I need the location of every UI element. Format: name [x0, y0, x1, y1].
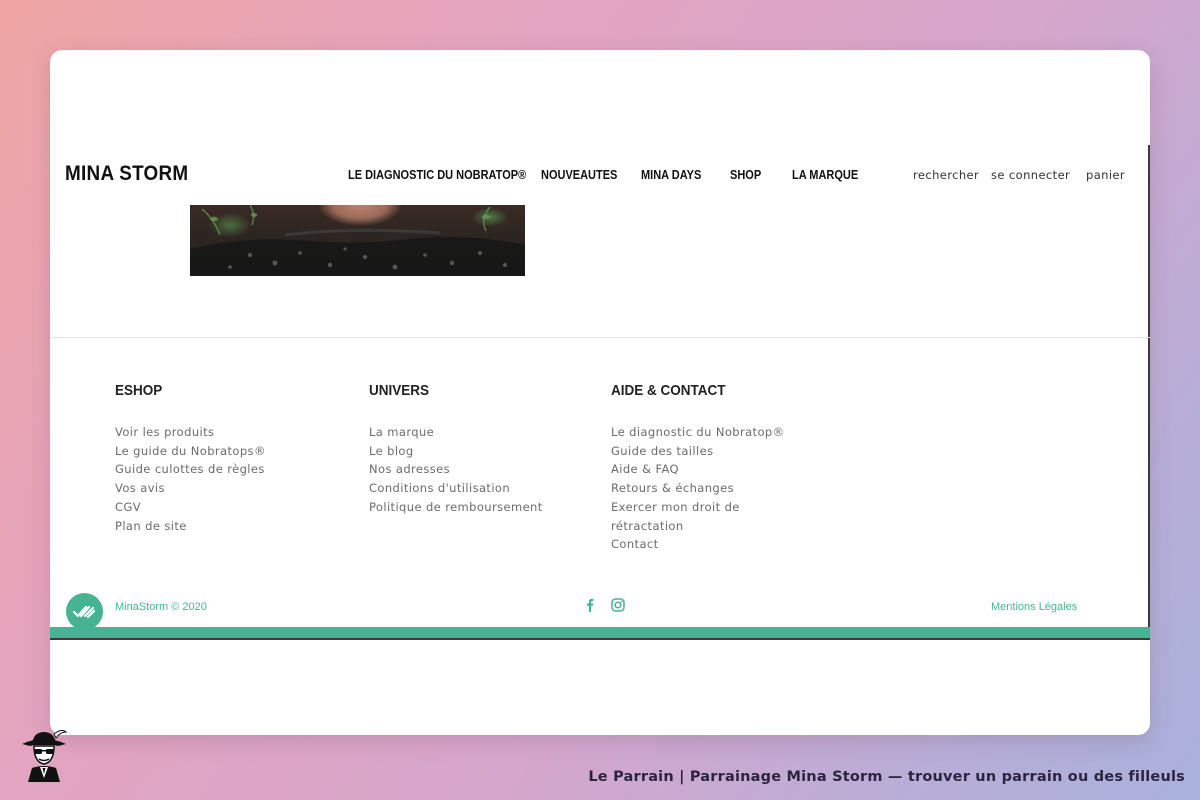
- footer-link[interactable]: Retours & échanges: [611, 479, 784, 498]
- footer-column-title: AIDE & CONTACT: [611, 382, 726, 399]
- footer-link-list: La marque Le blog Nos adresses Condition…: [369, 423, 543, 517]
- footer-link[interactable]: Guide culottes de règles: [115, 460, 266, 479]
- footer-link[interactable]: Le guide du Nobratops®: [115, 442, 266, 461]
- facebook-icon[interactable]: [582, 597, 598, 613]
- brand-badge: [66, 593, 103, 630]
- footer-link[interactable]: Aide & FAQ: [611, 460, 784, 479]
- footer-link[interactable]: Exercer mon droit de: [611, 498, 784, 517]
- footer-link[interactable]: Nos adresses: [369, 460, 543, 479]
- nav-item-la-marque[interactable]: LA MARQUE: [792, 168, 858, 182]
- copyright-text: MinaStorm © 2020: [115, 601, 207, 613]
- footer-link[interactable]: Le diagnostic du Nobratop®: [611, 423, 784, 442]
- site-logo[interactable]: MINA STORM: [65, 162, 188, 186]
- footer-column-title: UNIVERS: [369, 382, 430, 399]
- footer-link[interactable]: Politique de remboursement: [369, 498, 543, 517]
- nav-item-nouveautes[interactable]: NOUVEAUTES: [541, 168, 617, 182]
- cart-link[interactable]: panier: [1086, 168, 1125, 182]
- footer-link[interactable]: La marque: [369, 423, 543, 442]
- footer-accent-band: [50, 627, 1150, 638]
- nav-item-diagnostic[interactable]: LE DIAGNOSTIC DU NOBRATOP®: [348, 168, 526, 182]
- product-photo[interactable]: [190, 205, 525, 276]
- instagram-icon[interactable]: [610, 597, 626, 613]
- footer-link[interactable]: Voir les produits: [115, 423, 266, 442]
- footer-link[interactable]: Guide des tailles: [611, 442, 784, 461]
- footer-link[interactable]: CGV: [115, 498, 266, 517]
- footer-column-eshop: ESHOP Voir les produits Le guide du Nobr…: [115, 382, 266, 535]
- footer-column-univers: UNIVERS La marque Le blog Nos adresses C…: [369, 382, 543, 517]
- login-link[interactable]: se connecter: [991, 168, 1070, 182]
- footer-link[interactable]: Vos avis: [115, 479, 266, 498]
- footer-column-aide-contact: AIDE & CONTACT Le diagnostic du Nobratop…: [611, 382, 784, 554]
- footer-link[interactable]: Conditions d'utilisation: [369, 479, 543, 498]
- checkmarks-icon: [72, 605, 96, 619]
- le-parrain-mascot-icon: [18, 728, 70, 782]
- photo-texture: [190, 205, 525, 276]
- footer-bottom-line: [50, 638, 1150, 640]
- legal-notice-link[interactable]: Mentions Légales: [991, 601, 1077, 613]
- footer-link[interactable]: Contact: [611, 535, 784, 554]
- footer-link[interactable]: Le blog: [369, 442, 543, 461]
- website: MINA STORM LE DIAGNOSTIC DU NOBRATOP® NO…: [50, 50, 1150, 735]
- footer-link-list: Voir les produits Le guide du Nobratops®…: [115, 423, 266, 535]
- browser-card: MINA STORM LE DIAGNOSTIC DU NOBRATOP® NO…: [50, 50, 1150, 735]
- nav-item-mina-days[interactable]: MINA DAYS: [641, 168, 701, 182]
- footer-link-list: Le diagnostic du Nobratop® Guide des tai…: [611, 423, 784, 554]
- page-caption: Le Parrain | Parrainage Mina Storm — tro…: [588, 769, 1185, 785]
- section-divider: [50, 337, 1150, 338]
- footer-link[interactable]: Plan de site: [115, 517, 266, 536]
- footer-column-title: ESHOP: [115, 382, 163, 399]
- search-link[interactable]: rechercher: [913, 168, 979, 182]
- page-edge-rule: [1148, 145, 1150, 639]
- footer-link[interactable]: rétractation: [611, 517, 784, 536]
- nav-item-shop[interactable]: SHOP: [730, 168, 761, 182]
